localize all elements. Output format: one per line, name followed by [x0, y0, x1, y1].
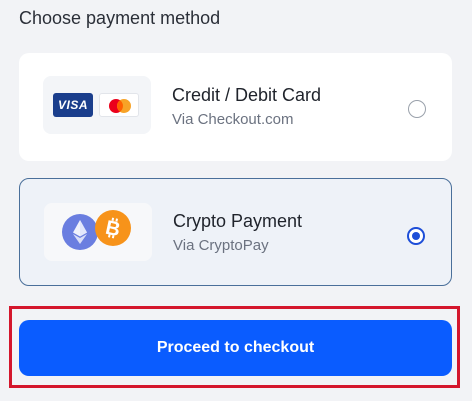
option-subtitle: Via CryptoPay [173, 237, 269, 254]
card-logos: VISA [43, 76, 151, 134]
option-subtitle: Via Checkout.com [172, 111, 294, 128]
option-title: Credit / Debit Card [172, 85, 322, 105]
bitcoin-icon: B [95, 210, 131, 246]
ethereum-icon [62, 214, 98, 250]
payment-option-crypto[interactable]: B Crypto Payment Via CryptoPay [19, 178, 452, 286]
proceed-to-checkout-button[interactable]: Proceed to checkout [19, 320, 452, 376]
radio-card[interactable] [408, 100, 426, 118]
payment-option-card[interactable]: VISA Credit / Debit Card Via Checkout.co… [19, 53, 452, 161]
crypto-logos: B [44, 203, 152, 261]
visa-logo: VISA [53, 93, 93, 117]
mastercard-logo [99, 93, 139, 117]
option-title: Crypto Payment [173, 211, 303, 231]
payment-method-heading: Choose payment method [19, 8, 221, 28]
radio-crypto[interactable] [407, 227, 425, 245]
